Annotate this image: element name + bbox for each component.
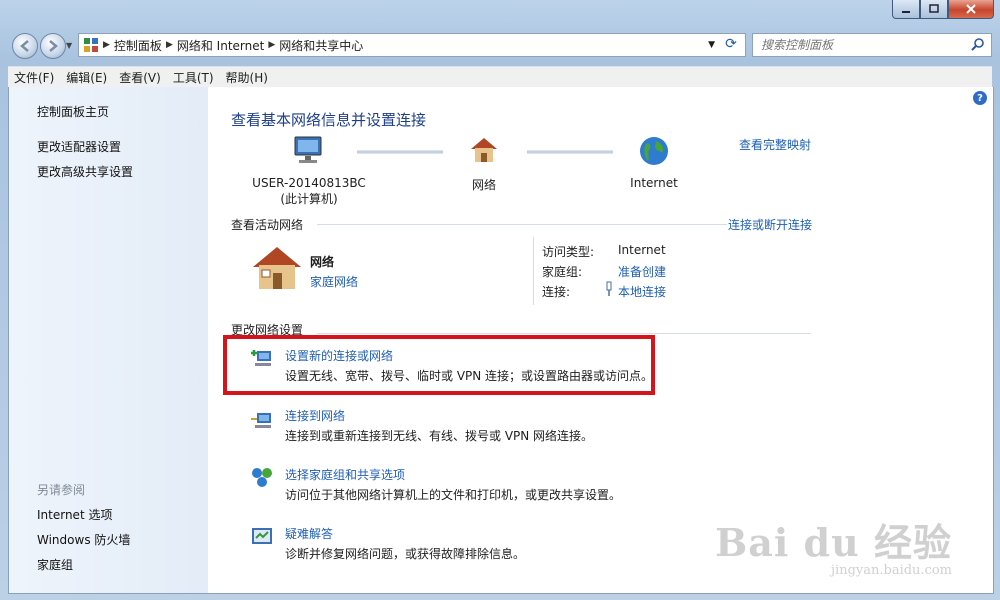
ethernet-icon — [606, 281, 612, 296]
computer-name: USER-20140813BC — [252, 176, 366, 190]
sidebar-change-advanced-sharing[interactable]: 更改高级共享设置 — [37, 163, 133, 180]
task-description: 访问位于其他网络计算机上的文件和打印机，或更改共享设置。 — [285, 488, 622, 502]
forward-button[interactable] — [40, 33, 66, 59]
breadcrumb-control-panel[interactable]: 控制面板 — [114, 37, 162, 54]
search-icon[interactable] — [971, 38, 985, 52]
address-bar[interactable]: ▶ 控制面板 ▶ 网络和 Internet ▶ 网络和共享中心 ▼ — [78, 33, 746, 57]
breadcrumb-separator-icon[interactable]: ▶ — [166, 40, 173, 50]
sidebar-homegroup[interactable]: 家庭组 — [37, 556, 73, 573]
connect-disconnect-link[interactable]: 连接或断开连接 — [728, 216, 812, 233]
arrow-left-icon — [20, 40, 29, 52]
connect-network-icon — [251, 413, 271, 428]
back-button[interactable] — [12, 33, 38, 59]
task-description: 连接到或重新连接到无线、有线、拨号或 VPN 网络连接。 — [285, 429, 594, 443]
network-label: 网络 — [471, 178, 496, 192]
map-internet[interactable]: Internet — [619, 135, 689, 190]
watermark-brand: Bai du 经验 — [715, 520, 952, 565]
divider — [533, 237, 534, 305]
menu-tools[interactable]: 工具(T) — [167, 69, 220, 86]
task-title[interactable]: 选择家庭组和共享选项 — [285, 466, 405, 483]
menu-bar: 文件(F) 编辑(E) 查看(V) 工具(T) 帮助(H) — [8, 66, 992, 87]
active-networks-heading: 查看活动网络 — [231, 218, 304, 232]
watermark: Bai du 经验 jingyan.baidu.com — [715, 512, 952, 578]
connection-line — [527, 150, 613, 154]
breadcrumb-separator-icon[interactable]: ▶ — [268, 40, 275, 50]
menu-help[interactable]: 帮助(H) — [220, 69, 274, 86]
refresh-icon: ⟳ — [725, 36, 737, 52]
menu-view[interactable]: 查看(V) — [113, 69, 167, 86]
see-also-heading: 另请参阅 — [37, 483, 86, 497]
homegroup-link[interactable]: 准备创建 — [618, 263, 666, 280]
home-network-icon — [253, 247, 301, 289]
maximize-button[interactable] — [920, 0, 948, 19]
task-title[interactable]: 连接到网络 — [285, 407, 345, 424]
address-dropdown-icon[interactable]: ▼ — [708, 40, 715, 50]
refresh-button[interactable]: ⟳ — [720, 34, 742, 54]
minimize-icon — [902, 11, 910, 13]
internet-label: Internet — [630, 176, 678, 190]
sidebar-internet-options[interactable]: Internet 选项 — [37, 506, 112, 523]
sidebar: 控制面板主页 更改适配器设置 更改高级共享设置 另请参阅 Internet 选项… — [9, 87, 208, 593]
map-network[interactable]: 网络 — [449, 135, 519, 193]
sidebar-windows-firewall[interactable]: Windows 防火墙 — [37, 531, 130, 548]
breadcrumb-separator-icon[interactable]: ▶ — [103, 40, 110, 50]
task-description: 诊断并修复网络问题，或获得故障排除信息。 — [285, 547, 526, 561]
control-panel-icon — [84, 38, 98, 52]
arrow-right-icon — [49, 40, 58, 52]
sidebar-control-panel-home[interactable]: 控制面板主页 — [37, 103, 109, 120]
page-title: 查看基本网络信息并设置连接 — [231, 111, 427, 129]
menu-edit[interactable]: 编辑(E) — [60, 69, 113, 86]
globe-icon — [640, 137, 668, 165]
computer-icon — [294, 136, 322, 163]
sidebar-change-adapter-settings[interactable]: 更改适配器设置 — [37, 138, 121, 155]
divider — [317, 333, 811, 334]
breadcrumb-network-sharing-center[interactable]: 网络和共享中心 — [279, 37, 363, 54]
active-network-name: 网络 — [310, 255, 335, 269]
connections-label: 连接: — [542, 285, 571, 299]
search-input[interactable] — [759, 34, 963, 56]
minimize-button[interactable] — [892, 0, 920, 19]
house-icon — [471, 138, 497, 162]
local-connection-link[interactable]: 本地连接 — [618, 283, 666, 300]
highlight-annotation-box — [223, 335, 655, 395]
home-network-link[interactable]: 家庭网络 — [310, 273, 358, 290]
close-icon — [966, 4, 976, 14]
homegroup-label: 家庭组: — [542, 265, 583, 279]
help-icon[interactable]: ? — [973, 91, 987, 105]
divider — [317, 224, 727, 225]
explorer-window: ▼ ▶ 控制面板 ▶ 网络和 Internet ▶ 网络和共享中心 ▼ ⟳ 文件… — [0, 0, 1000, 600]
recent-pages-chevron-icon[interactable]: ▼ — [66, 41, 72, 50]
connection-line — [357, 150, 443, 154]
see-full-map-link[interactable]: 查看完整映射 — [739, 136, 811, 153]
search-box[interactable] — [752, 33, 992, 57]
access-type-value: Internet — [618, 243, 666, 257]
menu-file[interactable]: 文件(F) — [8, 69, 60, 86]
computer-subtitle: (此计算机) — [280, 192, 338, 206]
breadcrumb-network-internet[interactable]: 网络和 Internet — [177, 37, 264, 54]
task-title[interactable]: 疑难解答 — [285, 525, 333, 542]
access-type-label: 访问类型: — [542, 245, 595, 259]
maximize-icon — [929, 4, 939, 13]
close-button[interactable] — [948, 0, 994, 19]
homegroup-icon — [252, 468, 272, 487]
caption-buttons — [892, 0, 994, 20]
map-computer[interactable]: USER-20140813BC (此计算机) — [249, 135, 369, 207]
troubleshoot-icon — [252, 528, 272, 544]
